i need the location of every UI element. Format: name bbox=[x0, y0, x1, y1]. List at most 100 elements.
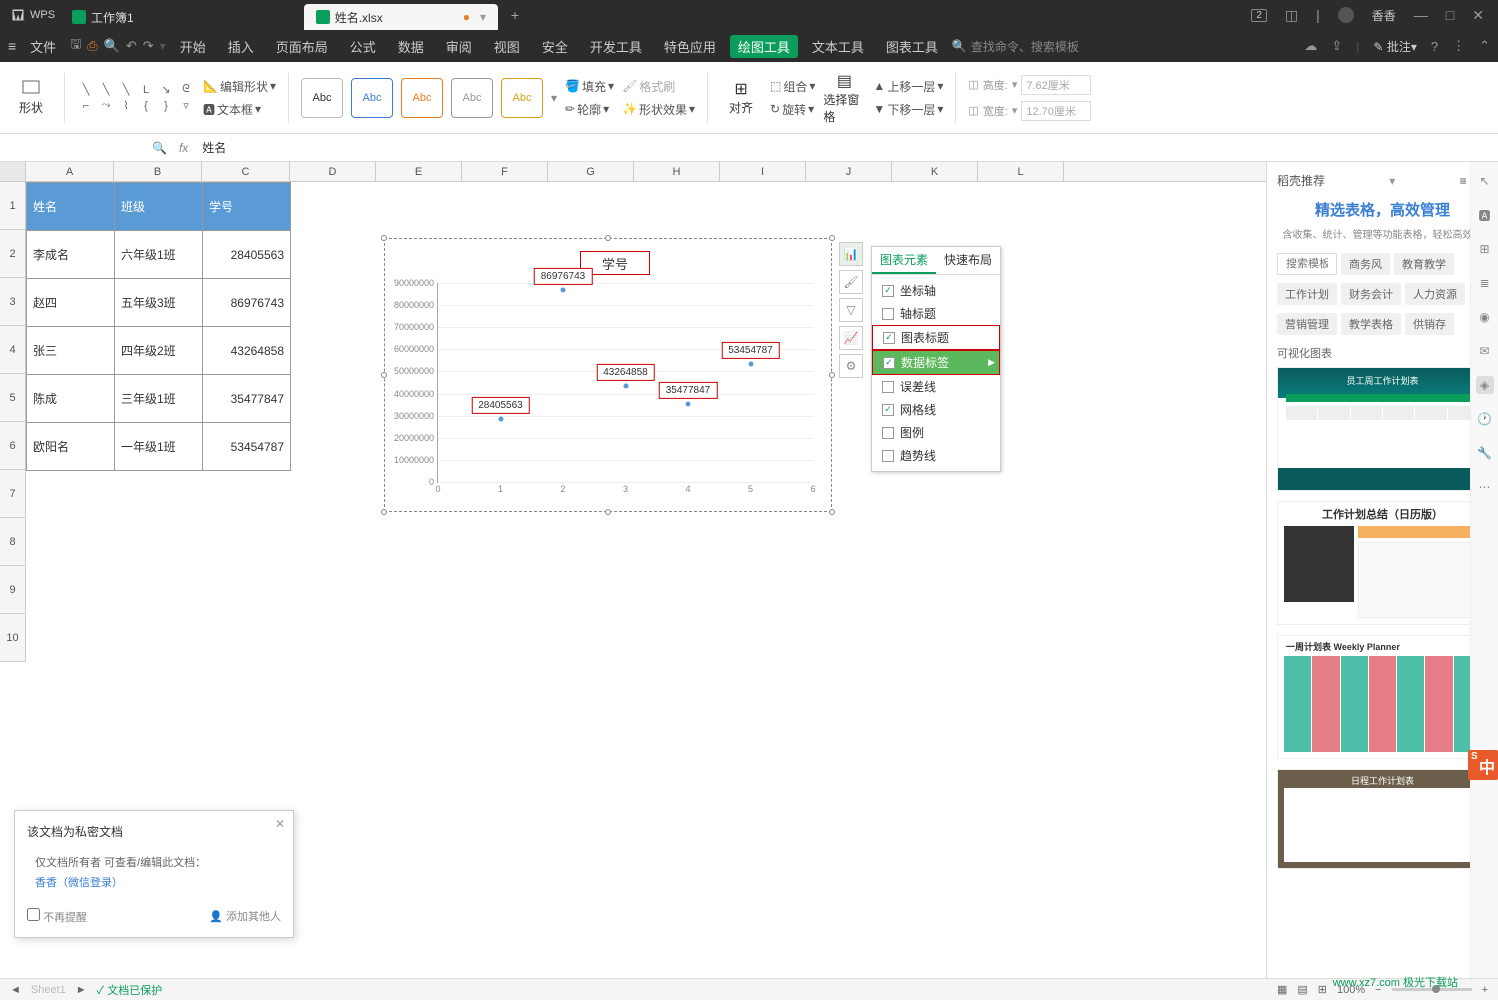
quick-layout-tab[interactable]: 快速布局 bbox=[936, 247, 1000, 274]
help-icon[interactable]: ? bbox=[1431, 39, 1438, 54]
row-5[interactable]: 5 bbox=[0, 374, 26, 422]
template-search-input[interactable] bbox=[1277, 253, 1337, 275]
template-card-3[interactable]: 一周计划表 Weekly Planner bbox=[1277, 635, 1488, 759]
formula-input[interactable]: 姓名 bbox=[196, 139, 1490, 156]
chart-data-point[interactable] bbox=[561, 287, 566, 292]
collapse-ribbon-icon[interactable]: ⌃ bbox=[1479, 38, 1490, 54]
chart-element-option[interactable]: ✓坐标轴 bbox=[872, 279, 1000, 302]
resize-handle[interactable] bbox=[605, 235, 611, 241]
sheet-nav-prev-icon[interactable]: ◄ bbox=[10, 984, 21, 996]
height-input[interactable] bbox=[1021, 75, 1091, 95]
row-8[interactable]: 8 bbox=[0, 518, 26, 566]
menu-view[interactable]: 视图 bbox=[486, 37, 528, 56]
filter-chip[interactable]: 教学表格 bbox=[1341, 313, 1401, 335]
row-2[interactable]: 2 bbox=[0, 230, 26, 278]
sheet-tab[interactable]: Sheet1 bbox=[31, 984, 66, 996]
add-others-link[interactable]: 👤 添加其他人 bbox=[209, 908, 281, 925]
templates-icon[interactable]: ◈ bbox=[1476, 376, 1494, 394]
shapes-dropdown[interactable]: 形状 bbox=[10, 70, 52, 126]
col-C[interactable]: C bbox=[202, 162, 290, 181]
template-card-2[interactable]: 工作计划总结（日历版） bbox=[1277, 501, 1488, 625]
properties-icon[interactable]: ⊞ bbox=[1476, 240, 1494, 258]
filter-chip[interactable]: 营销管理 bbox=[1277, 313, 1337, 335]
resize-handle[interactable] bbox=[605, 509, 611, 515]
preview-icon[interactable]: 🔍 bbox=[104, 38, 120, 54]
document-tab-1[interactable]: 工作簿1 bbox=[60, 4, 146, 30]
user-avatar[interactable] bbox=[1338, 7, 1354, 23]
chart-data-point[interactable] bbox=[686, 401, 691, 406]
select-tool-icon[interactable]: ↖ bbox=[1476, 172, 1494, 190]
animation-icon[interactable]: ◉ bbox=[1476, 308, 1494, 326]
menu-layout[interactable]: 页面布局 bbox=[268, 37, 336, 56]
row-6[interactable]: 6 bbox=[0, 422, 26, 470]
spreadsheet-grid[interactable]: A B C D E F G H I J K L 1 2 3 4 5 6 7 8 … bbox=[0, 162, 1266, 978]
text-box-button[interactable]: 🅰 文本框▾ bbox=[203, 101, 276, 118]
notification-badge[interactable]: 2 bbox=[1251, 9, 1267, 22]
menu-developer[interactable]: 开发工具 bbox=[582, 37, 650, 56]
view-page-icon[interactable]: ▤ bbox=[1297, 983, 1307, 996]
style-preset-5[interactable]: Abc bbox=[501, 78, 543, 118]
chart-data-icon[interactable]: 📈 bbox=[839, 326, 863, 350]
template-card-1[interactable]: 员工周工作计划表 bbox=[1277, 367, 1488, 491]
chart-elements-tab[interactable]: 图表元素 bbox=[872, 247, 936, 274]
dialog-user-link[interactable]: 香香（微信登录） bbox=[35, 874, 273, 894]
zoom-in-icon[interactable]: + bbox=[1482, 984, 1488, 996]
document-tab-2[interactable]: 姓名.xlsx ● ▾ bbox=[304, 4, 498, 30]
resize-handle[interactable] bbox=[829, 235, 835, 241]
sheet-nav-next-icon[interactable]: ► bbox=[76, 984, 87, 996]
chart-element-option[interactable]: 趋势线 bbox=[872, 444, 1000, 467]
shape-effect-dropdown[interactable]: ✨ 形状效果▾ bbox=[622, 101, 695, 118]
row-3[interactable]: 3 bbox=[0, 278, 26, 326]
chart-element-option[interactable]: 图例 bbox=[872, 421, 1000, 444]
filter-chip[interactable]: 供销存 bbox=[1405, 313, 1454, 335]
fx-label[interactable]: fx bbox=[171, 141, 196, 155]
select-all-corner[interactable] bbox=[0, 162, 26, 181]
col-G[interactable]: G bbox=[548, 162, 634, 181]
menu-review[interactable]: 审阅 bbox=[438, 37, 480, 56]
chart-plot-area[interactable]: 0100000002000000030000000400000005000000… bbox=[437, 283, 813, 483]
filter-chip[interactable]: 工作计划 bbox=[1277, 283, 1337, 305]
chart-element-option[interactable]: ✓图表标题 bbox=[872, 325, 1000, 350]
close-button[interactable]: ✕ bbox=[1472, 7, 1484, 24]
send-backward-button[interactable]: ▼ 下移一层▾ bbox=[873, 101, 943, 118]
menu-special[interactable]: 特色应用 bbox=[656, 37, 724, 56]
chart-filter-icon[interactable]: ▽ bbox=[839, 298, 863, 322]
dialog-close-button[interactable]: ✕ bbox=[275, 817, 285, 831]
resize-handle[interactable] bbox=[829, 372, 835, 378]
menu-data[interactable]: 数据 bbox=[390, 37, 432, 56]
outline-dropdown[interactable]: ✏ 轮廓▾ bbox=[565, 101, 614, 118]
menu-chart-tools[interactable]: 图表工具 bbox=[878, 37, 946, 56]
col-I[interactable]: I bbox=[720, 162, 806, 181]
col-E[interactable]: E bbox=[376, 162, 462, 181]
share-icon[interactable]: ⇪ bbox=[1331, 38, 1342, 54]
chart-object[interactable]: 学号 0100000002000000030000000400000005000… bbox=[384, 238, 832, 512]
resize-handle[interactable] bbox=[381, 235, 387, 241]
row-7[interactable]: 7 bbox=[0, 470, 26, 518]
group-button[interactable]: ⬚ 组合▾ bbox=[770, 78, 815, 95]
history-icon[interactable]: 🕐 bbox=[1476, 410, 1494, 428]
edit-shape-button[interactable]: 📐 编辑形状▾ bbox=[203, 78, 276, 95]
data-table[interactable]: 姓名班级学号 李成名六年级1班28405563 赵四五年级3班86976743 … bbox=[26, 182, 291, 471]
style-preset-3[interactable]: Abc bbox=[401, 78, 443, 118]
col-L[interactable]: L bbox=[978, 162, 1064, 181]
col-A[interactable]: A bbox=[26, 162, 114, 181]
menu-insert[interactable]: 插入 bbox=[220, 37, 262, 56]
chart-element-option[interactable]: ✓数据标签▶ bbox=[872, 350, 1000, 375]
settings-icon[interactable]: ⋮ bbox=[1452, 38, 1465, 54]
col-H[interactable]: H bbox=[634, 162, 720, 181]
style-preset-2[interactable]: Abc bbox=[351, 78, 393, 118]
chart-elements-icon[interactable]: 📊 bbox=[839, 242, 863, 266]
save-icon[interactable]: 🖫 bbox=[70, 35, 81, 57]
ime-badge-icon[interactable]: S中 bbox=[1468, 750, 1498, 780]
selection-pane-button[interactable]: ▤选择窗格 bbox=[823, 70, 865, 126]
menu-formula[interactable]: 公式 bbox=[342, 37, 384, 56]
command-search[interactable]: 🔍查找命令、搜索模板 bbox=[952, 38, 1079, 55]
chart-element-option[interactable]: 轴标题 bbox=[872, 302, 1000, 325]
filter-chip[interactable]: 人力资源 bbox=[1405, 283, 1465, 305]
align-dropdown[interactable]: ⊞对齐 bbox=[720, 70, 762, 126]
view-break-icon[interactable]: ⊞ bbox=[1318, 983, 1327, 996]
cloud-icon[interactable]: ☁ bbox=[1304, 38, 1317, 54]
panel-menu-icon[interactable]: ≡ bbox=[1460, 174, 1467, 188]
template-card-4[interactable]: 日程工作计划表 bbox=[1277, 769, 1488, 869]
row-4[interactable]: 4 bbox=[0, 326, 26, 374]
